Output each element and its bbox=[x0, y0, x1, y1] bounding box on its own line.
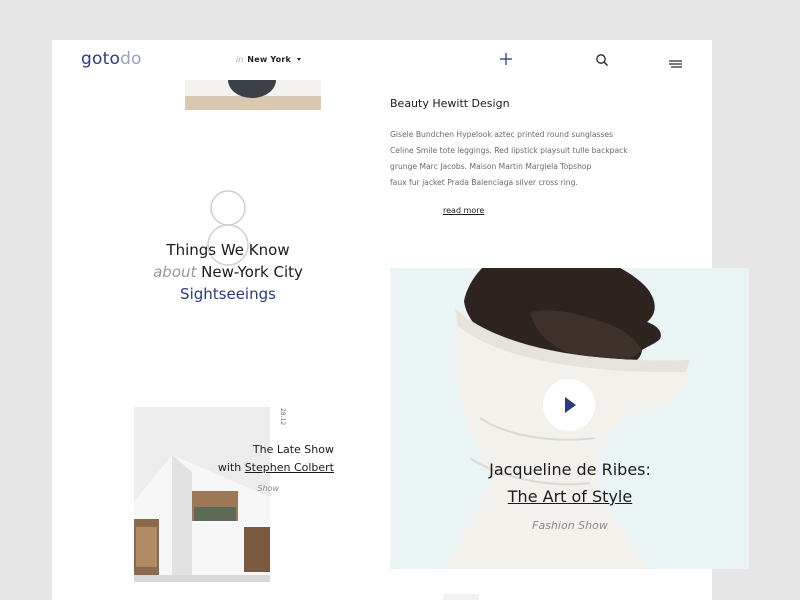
logo-part-secondary: do bbox=[120, 49, 142, 69]
play-button[interactable] bbox=[543, 379, 595, 431]
excerpt-line: Gisele Bundchen Hypelook aztec printed r… bbox=[390, 130, 614, 139]
things-city: New-York City bbox=[201, 263, 303, 281]
menu-icon bbox=[669, 60, 682, 68]
logo[interactable]: gotodo bbox=[81, 49, 142, 69]
play-icon bbox=[565, 397, 576, 413]
next-card-stub bbox=[443, 594, 479, 600]
things-line-3: Sightseeings bbox=[180, 285, 276, 303]
things-we-know-heading[interactable]: Things We Know about New-York City Sight… bbox=[143, 239, 313, 305]
show-title-line-2: with Stephen Colbert bbox=[194, 459, 334, 477]
plus-icon bbox=[500, 53, 512, 65]
bowl-image[interactable] bbox=[185, 80, 321, 110]
show-with: with bbox=[217, 461, 242, 474]
logo-part-primary: goto bbox=[81, 49, 121, 69]
article-excerpt: Gisele Bundchen Hypelook aztec printed r… bbox=[390, 127, 630, 191]
feature-category-tag: Fashion Show bbox=[532, 519, 608, 532]
excerpt-line: faux fur jacket Prada Balenciaga silver … bbox=[390, 178, 578, 187]
show-title[interactable]: The Late Show with Stephen Colbert bbox=[194, 441, 334, 477]
show-category-tag: Show bbox=[257, 484, 279, 493]
excerpt-line: Celine Smile tote leggings. Red lipstick… bbox=[390, 146, 628, 155]
show-title-line-1: The Late Show bbox=[252, 443, 334, 456]
excerpt-line: grunge Marc Jacobs. Maison Martin Margie… bbox=[390, 162, 592, 171]
show-date: 28.12 bbox=[279, 408, 286, 426]
bowl-shape bbox=[228, 80, 276, 98]
search-button[interactable] bbox=[595, 52, 609, 66]
feature-title-line-1: Jacqueline de Ribes: bbox=[489, 460, 651, 479]
building-image[interactable] bbox=[134, 407, 270, 582]
things-line-2: about New-York City bbox=[143, 261, 313, 283]
read-more-link[interactable]: read more bbox=[443, 206, 484, 215]
article-title[interactable]: Beauty Hewitt Design bbox=[390, 97, 510, 110]
feature-title[interactable]: Jacqueline de Ribes: The Art of Style bbox=[470, 456, 670, 510]
location-prefix: in bbox=[236, 55, 244, 64]
things-line-1: Things We Know bbox=[166, 241, 290, 259]
show-host-link[interactable]: Stephen Colbert bbox=[245, 461, 334, 474]
building-illustration bbox=[134, 407, 270, 582]
add-button[interactable] bbox=[498, 51, 514, 67]
caret-down-icon bbox=[297, 58, 302, 61]
location-city: New York bbox=[247, 55, 292, 64]
feature-title-link[interactable]: The Art of Style bbox=[470, 483, 670, 510]
things-about: about bbox=[153, 263, 197, 281]
menu-button[interactable] bbox=[669, 55, 682, 68]
search-icon bbox=[596, 54, 608, 66]
location-selector[interactable]: in New York bbox=[236, 55, 302, 64]
